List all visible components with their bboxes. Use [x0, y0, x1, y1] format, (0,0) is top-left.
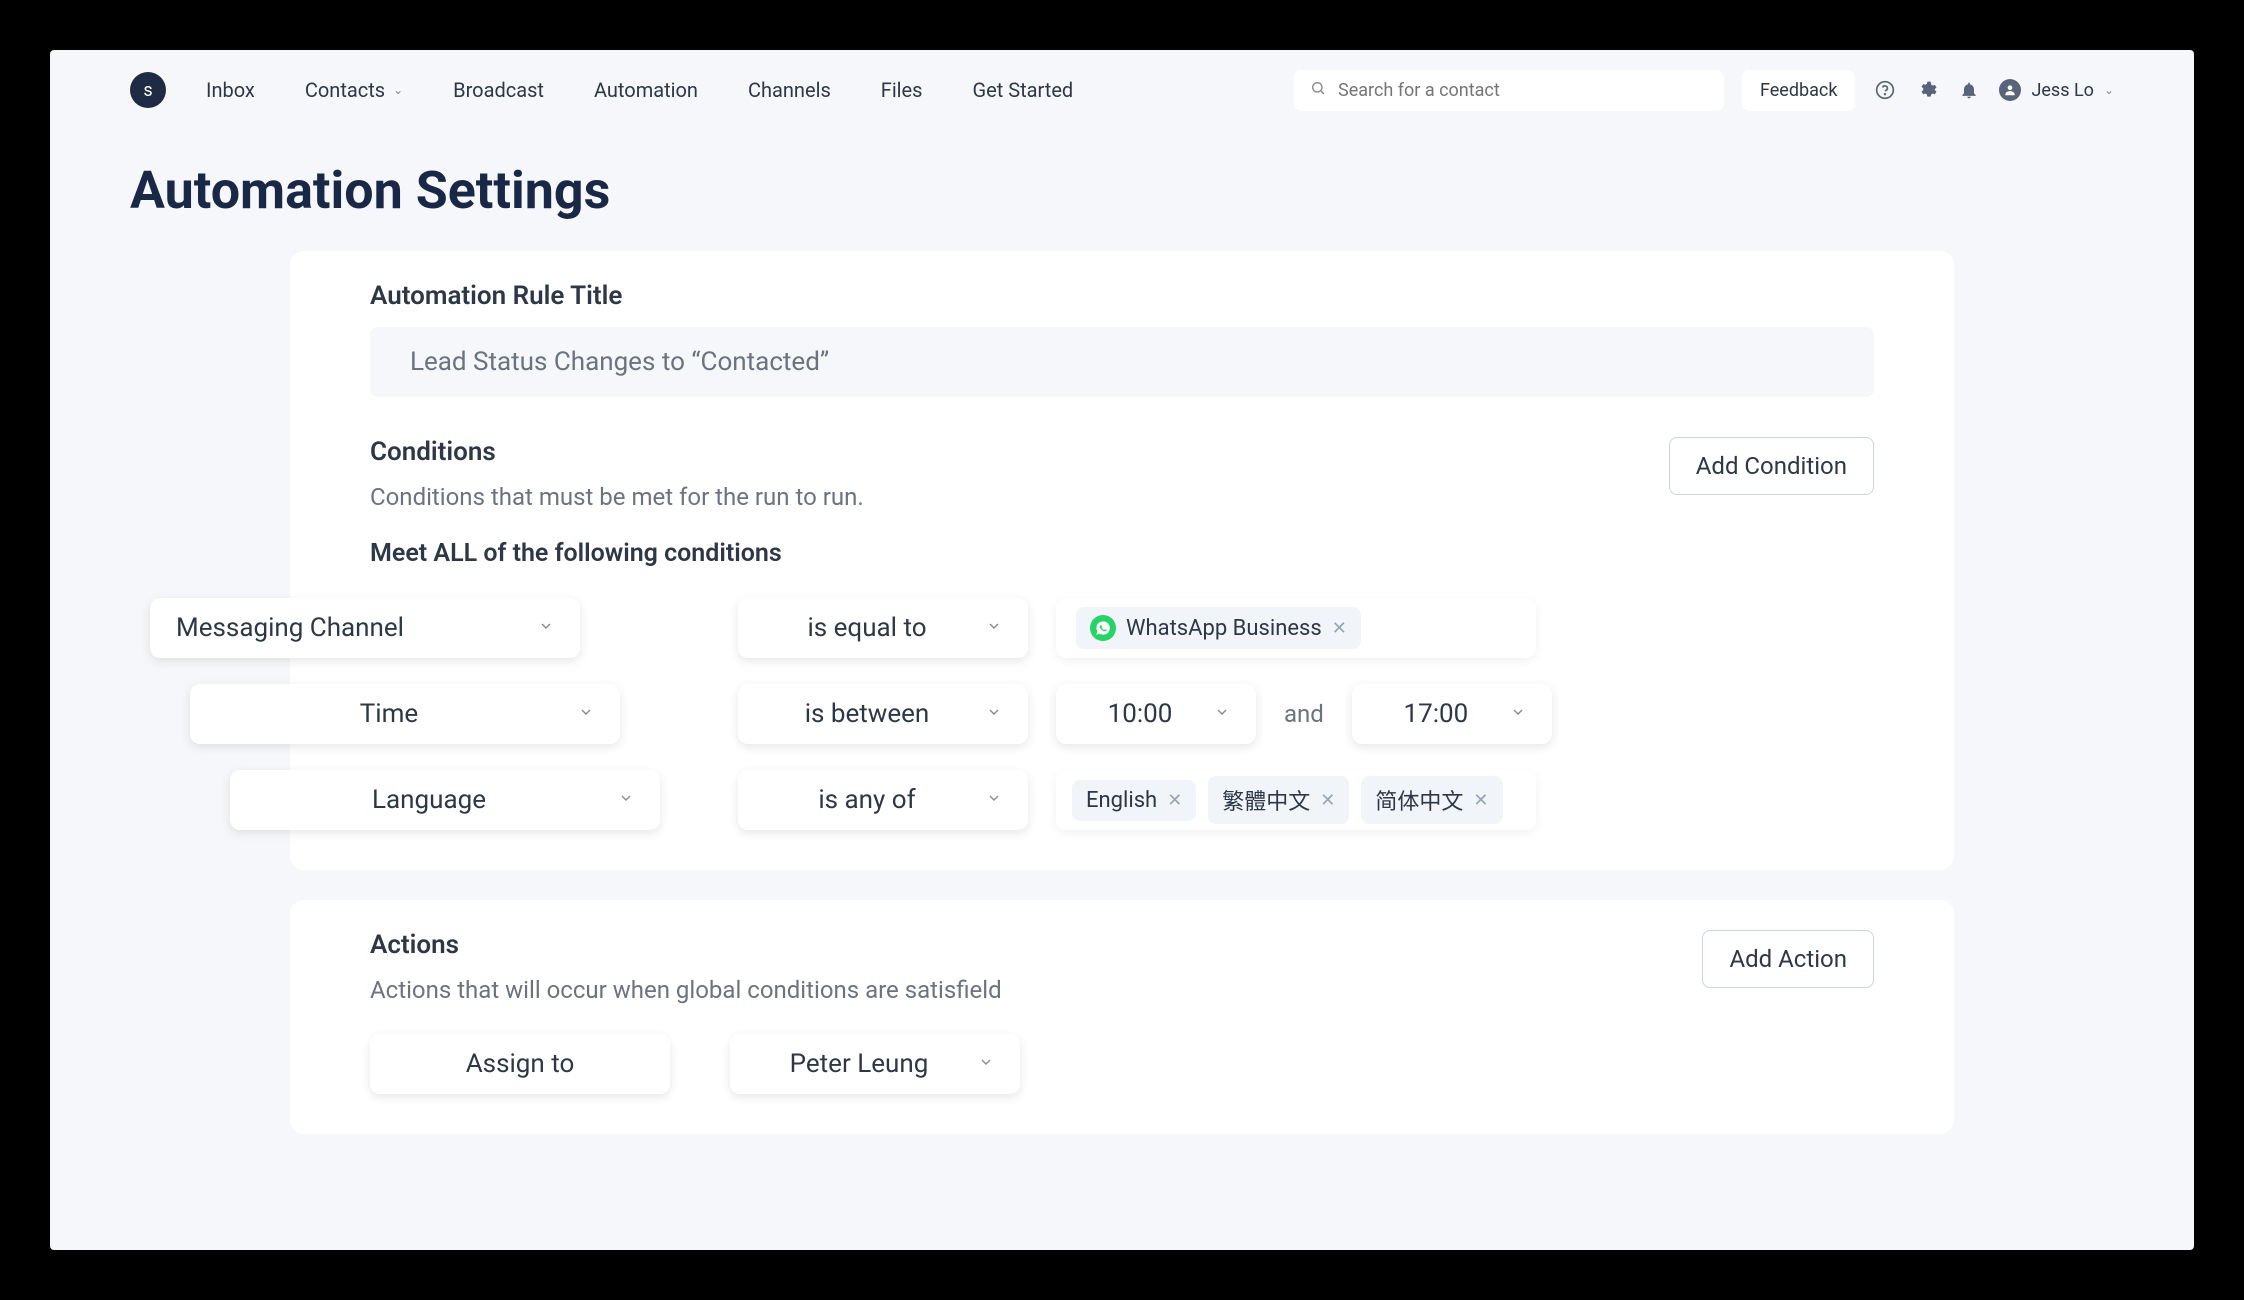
chevron-down-icon: [578, 704, 594, 724]
logo[interactable]: s: [130, 72, 166, 108]
nav-right: Feedback Jess Lo ⌄: [1294, 70, 2114, 111]
nav-contacts[interactable]: Contacts⌄: [305, 78, 403, 102]
condition-field-dropdown[interactable]: Language: [230, 770, 660, 830]
chevron-down-icon: [986, 704, 1002, 724]
condition-operator-dropdown[interactable]: is between: [738, 684, 1028, 744]
chevron-down-icon: [538, 618, 554, 638]
nav-items: Inbox Contacts⌄ Broadcast Automation Cha…: [206, 78, 1073, 102]
condition-value-input[interactable]: English ✕ 繁體中文 ✕ 简体中文 ✕: [1056, 770, 1536, 830]
bell-icon[interactable]: [1957, 78, 1981, 102]
search-icon: [1310, 80, 1326, 100]
nav-broadcast[interactable]: Broadcast: [453, 78, 544, 102]
time-end-dropdown[interactable]: 17:00: [1352, 684, 1552, 744]
actions-subtitle: Actions that will occur when global cond…: [370, 976, 1702, 1004]
actions-label: Actions: [370, 930, 1702, 960]
chip-traditional-chinese: 繁體中文 ✕: [1208, 776, 1349, 824]
condition-row-2: Time is between 10:00 and 17:00: [370, 684, 1874, 744]
condition-value-input[interactable]: WhatsApp Business ✕: [1056, 598, 1536, 658]
chevron-down-icon: [978, 1054, 994, 1074]
logo-letter: s: [143, 80, 152, 101]
rule-title-input[interactable]: [410, 347, 1834, 377]
chip-whatsapp: WhatsApp Business ✕: [1076, 607, 1361, 649]
condition-row-1: Messaging Channel is equal to WhatsApp B…: [370, 598, 1874, 658]
user-name: Jess Lo: [2031, 80, 2093, 101]
condition-field-dropdown[interactable]: Messaging Channel: [150, 598, 580, 658]
help-icon[interactable]: [1873, 78, 1897, 102]
chip-simplified-chinese: 简体中文 ✕: [1361, 776, 1502, 824]
chevron-down-icon: [986, 790, 1002, 810]
chevron-down-icon: [986, 618, 1002, 638]
user-menu[interactable]: Jess Lo ⌄: [1999, 79, 2114, 101]
nav-automation[interactable]: Automation: [594, 78, 698, 102]
chevron-down-icon: ⌄: [393, 83, 403, 97]
rule-card: Automation Rule Title Conditions Conditi…: [290, 251, 1954, 870]
add-condition-button[interactable]: Add Condition: [1669, 437, 1874, 495]
feedback-button[interactable]: Feedback: [1742, 70, 1855, 111]
search-box[interactable]: [1294, 70, 1724, 111]
search-input[interactable]: [1338, 80, 1708, 101]
conditions-label: Conditions: [370, 437, 1669, 467]
chevron-down-icon: [1510, 704, 1526, 724]
chip-english: English ✕: [1072, 780, 1196, 821]
time-start-dropdown[interactable]: 10:00: [1056, 684, 1256, 744]
nav-inbox[interactable]: Inbox: [206, 78, 255, 102]
avatar-icon: [1999, 79, 2021, 101]
rule-title-input-wrap[interactable]: [370, 327, 1874, 397]
action-row-1: Assign to Peter Leung: [370, 1034, 1874, 1094]
condition-operator-dropdown[interactable]: is equal to: [738, 598, 1028, 658]
remove-chip-icon[interactable]: ✕: [1332, 618, 1347, 639]
condition-row-3: Language is any of English ✕ 繁體中文 ✕ 简体中文: [370, 770, 1874, 830]
chevron-down-icon: [618, 790, 634, 810]
chevron-down-icon: [1214, 704, 1230, 724]
gear-icon[interactable]: [1915, 78, 1939, 102]
chevron-down-icon: ⌄: [2104, 83, 2114, 97]
condition-field-dropdown[interactable]: Time: [190, 684, 620, 744]
remove-chip-icon[interactable]: ✕: [1473, 790, 1488, 811]
navbar: s Inbox Contacts⌄ Broadcast Automation C…: [50, 50, 2194, 130]
nav-files[interactable]: Files: [881, 78, 923, 102]
and-label: and: [1284, 700, 1324, 728]
whatsapp-icon: [1090, 615, 1116, 641]
remove-chip-icon[interactable]: ✕: [1320, 790, 1335, 811]
rule-title-label: Automation Rule Title: [370, 281, 1874, 311]
action-value-dropdown[interactable]: Peter Leung: [730, 1034, 1020, 1094]
actions-card: Actions Actions that will occur when glo…: [290, 900, 1954, 1134]
condition-operator-dropdown[interactable]: is any of: [738, 770, 1028, 830]
nav-get-started[interactable]: Get Started: [972, 78, 1073, 102]
add-action-button[interactable]: Add Action: [1702, 930, 1874, 988]
action-field-dropdown[interactable]: Assign to: [370, 1034, 670, 1094]
conditions-subtitle: Conditions that must be met for the run …: [370, 483, 1669, 511]
remove-chip-icon[interactable]: ✕: [1167, 790, 1182, 811]
nav-channels[interactable]: Channels: [748, 78, 831, 102]
meet-all-label: Meet ALL of the following conditions: [370, 539, 1669, 568]
page-title: Automation Settings: [50, 130, 2194, 251]
